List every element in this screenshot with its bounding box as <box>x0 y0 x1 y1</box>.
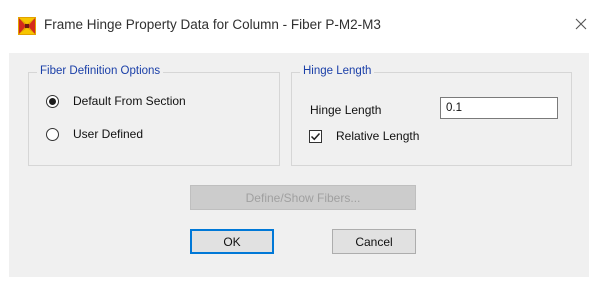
define-show-fibers-button[interactable]: Define/Show Fibers... <box>190 185 416 210</box>
relative-length-checkbox-row[interactable]: Relative Length <box>309 129 419 143</box>
checkmark-icon <box>310 132 321 140</box>
dialog-window: Frame Hinge Property Data for Column - F… <box>0 0 603 282</box>
etabs-logo-icon <box>18 17 36 35</box>
hinge-length-group: Hinge Length Hinge Length Relative Lengt… <box>291 65 572 166</box>
radio-button[interactable] <box>46 94 59 108</box>
close-icon <box>575 17 587 35</box>
dialog-body: Fiber Definition Options Default From Se… <box>9 53 589 277</box>
radio-user-defined[interactable]: User Defined <box>46 127 143 141</box>
relative-length-label: Relative Length <box>336 129 420 143</box>
cancel-button[interactable]: Cancel <box>332 229 416 254</box>
title-bar: Frame Hinge Property Data for Column - F… <box>0 0 603 52</box>
cancel-label: Cancel <box>355 234 393 249</box>
hinge-length-input[interactable] <box>440 97 558 119</box>
relative-length-checkbox[interactable] <box>309 129 322 143</box>
hinge-length-group-title: Hinge Length <box>300 65 375 77</box>
radio-selected-dot <box>49 97 56 105</box>
ok-button[interactable]: OK <box>190 229 274 254</box>
define-show-fibers-label: Define/Show Fibers... <box>245 190 361 205</box>
fiber-definition-group: Fiber Definition Options Default From Se… <box>28 65 280 166</box>
radio-user-defined-label: User Defined <box>73 127 144 141</box>
ok-label: OK <box>223 234 241 249</box>
radio-default-from-section-label: Default From Section <box>73 94 186 108</box>
radio-button[interactable] <box>46 127 59 141</box>
radio-default-from-section[interactable]: Default From Section <box>46 94 186 108</box>
window-title: Frame Hinge Property Data for Column - F… <box>44 17 381 32</box>
hinge-length-label: Hinge Length <box>310 103 382 117</box>
close-button[interactable] <box>568 14 594 38</box>
fiber-definition-group-title: Fiber Definition Options <box>37 65 164 77</box>
